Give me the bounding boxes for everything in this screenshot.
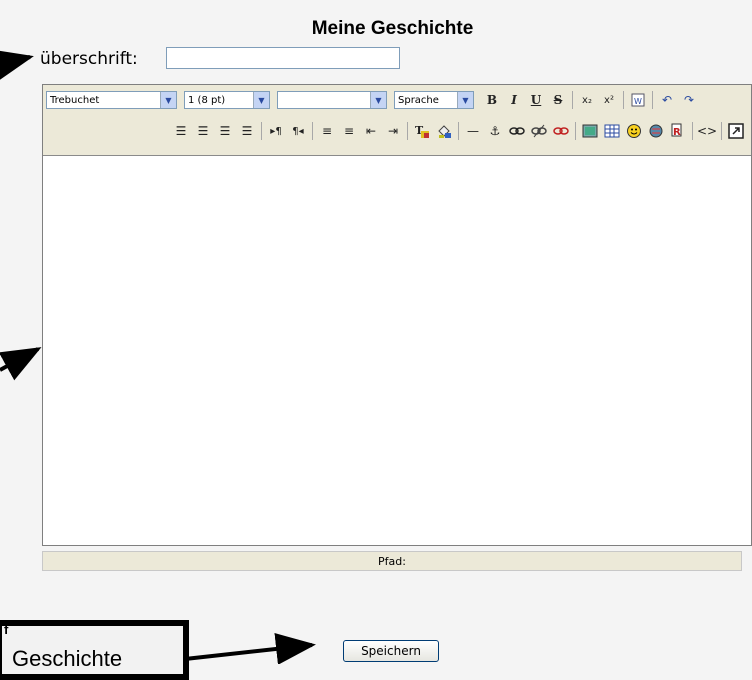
- annotation-arrows: [0, 49, 316, 664]
- arrow-to-heading: [0, 49, 34, 81]
- arrow-to-editor: [0, 347, 42, 381]
- arrow-to-save: [184, 633, 316, 664]
